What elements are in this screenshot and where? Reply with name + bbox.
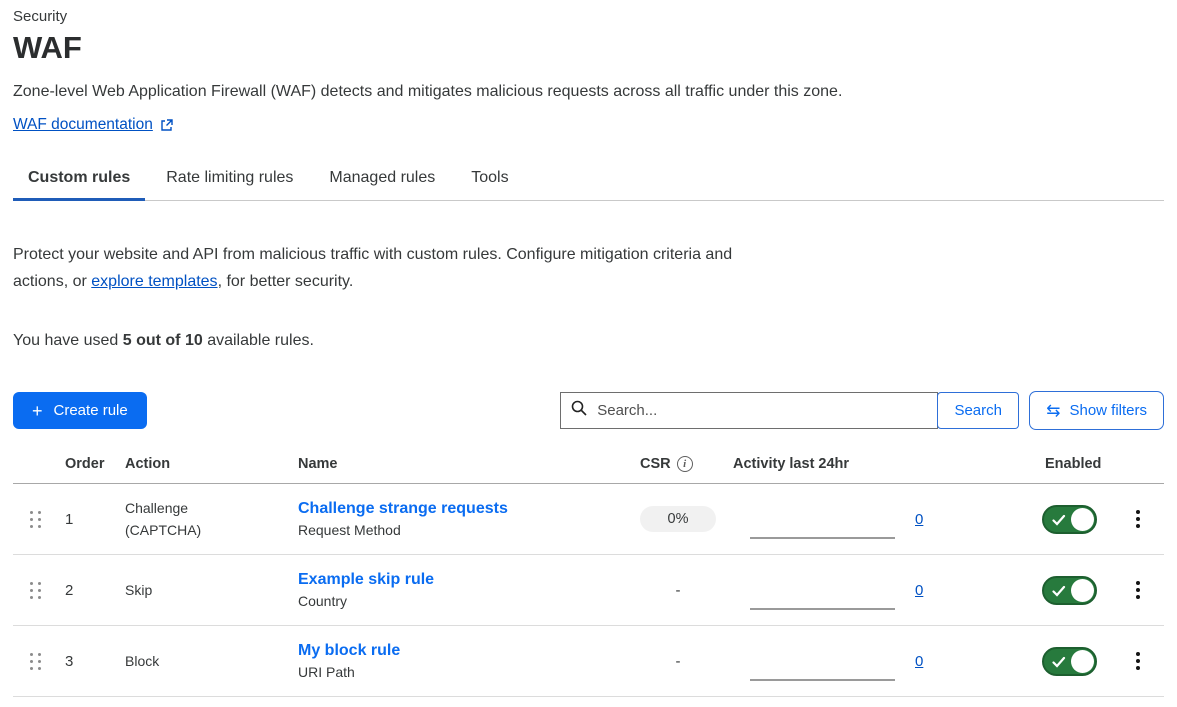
tab-tools[interactable]: Tools: [456, 159, 523, 200]
csr-cell: -: [625, 582, 733, 599]
waf-documentation-link[interactable]: WAF documentation: [13, 116, 153, 134]
tab-custom-rules[interactable]: Custom rules: [13, 159, 145, 200]
breadcrumb: Security: [13, 8, 1164, 25]
toolbar-right: Search ⇆ Show filters: [560, 391, 1164, 430]
table-row: 3 Block My block rule URI Path - 0: [13, 626, 1164, 697]
toolbar: + Create rule Search ⇆ Show filters: [13, 391, 1164, 430]
swap-arrows-icon: ⇆: [1046, 402, 1060, 419]
table-header-row: Order Action Name CSR i Activity last 24…: [13, 450, 1164, 484]
rules-table: Order Action Name CSR i Activity last 24…: [13, 450, 1164, 697]
tab-bar: Custom rules Rate limiting rules Managed…: [13, 159, 1164, 201]
activity-sparkline: [750, 679, 895, 681]
check-icon: [1052, 584, 1066, 602]
drag-handle-icon[interactable]: [30, 511, 41, 528]
enabled-cell: [1010, 576, 1115, 605]
rule-action: Challenge (CAPTCHA): [112, 497, 224, 541]
column-header-enabled: Enabled: [1010, 456, 1115, 472]
usage-count: 5 out of 10: [123, 332, 203, 349]
rule-name-link[interactable]: My block rule: [298, 642, 400, 660]
rule-name-cell: Challenge strange requests Request Metho…: [285, 500, 625, 538]
rule-action: Skip: [112, 579, 224, 601]
intro-after: , for better security.: [218, 273, 354, 290]
table-row: 2 Skip Example skip rule Country - 0: [13, 555, 1164, 626]
check-icon: [1052, 513, 1066, 531]
activity-cell: 0: [733, 555, 1010, 625]
search-icon: [571, 400, 595, 421]
create-rule-label: Create rule: [54, 402, 128, 419]
rule-name-link[interactable]: Challenge strange requests: [298, 500, 508, 518]
show-filters-button[interactable]: ⇆ Show filters: [1029, 391, 1164, 430]
tab-rate-limiting-rules[interactable]: Rate limiting rules: [151, 159, 308, 200]
doc-link-row: WAF documentation: [13, 116, 1164, 134]
usage-after: available rules.: [203, 332, 314, 349]
drag-handle-icon[interactable]: [30, 582, 41, 599]
activity-sparkline: [750, 608, 895, 610]
intro-text: Protect your website and API from malici…: [13, 241, 758, 295]
rule-name-link[interactable]: Example skip rule: [298, 571, 434, 589]
enabled-cell: [1010, 505, 1115, 534]
csr-badge: 0%: [640, 506, 716, 532]
check-icon: [1052, 655, 1066, 673]
csr-header-label: CSR: [640, 456, 671, 472]
activity-count-link[interactable]: 0: [915, 582, 923, 599]
external-link-icon: [160, 118, 174, 132]
rule-order: 3: [52, 653, 112, 670]
activity-cell: 0: [733, 484, 1010, 554]
create-rule-button[interactable]: + Create rule: [13, 392, 147, 429]
usage-text: You have used 5 out of 10 available rule…: [13, 332, 1164, 350]
rule-field: Country: [298, 593, 625, 609]
plus-icon: +: [32, 402, 43, 420]
column-header-name: Name: [285, 456, 625, 472]
rule-name-cell: Example skip rule Country: [285, 571, 625, 609]
rule-name-cell: My block rule URI Path: [285, 642, 625, 680]
table-row: 1 Challenge (CAPTCHA) Challenge strange …: [13, 484, 1164, 555]
explore-templates-link[interactable]: explore templates: [91, 273, 217, 290]
rule-action: Block: [112, 650, 224, 672]
csr-value: -: [640, 653, 716, 670]
enabled-toggle[interactable]: [1042, 505, 1097, 534]
rule-order: 2: [52, 582, 112, 599]
column-header-activity: Activity last 24hr: [733, 456, 1010, 472]
search-input[interactable]: [595, 401, 927, 420]
activity-sparkline: [750, 537, 895, 539]
column-header-csr: CSR i: [625, 456, 733, 472]
page-title: WAF: [13, 30, 1164, 66]
info-icon[interactable]: i: [677, 456, 693, 472]
activity-count-link[interactable]: 0: [915, 511, 923, 528]
row-menu-kebab-icon[interactable]: [1129, 506, 1147, 532]
usage-before: You have used: [13, 332, 123, 349]
show-filters-label: Show filters: [1069, 402, 1147, 419]
search-button[interactable]: Search: [937, 392, 1019, 429]
csr-cell: 0%: [625, 506, 733, 532]
enabled-cell: [1010, 647, 1115, 676]
enabled-toggle[interactable]: [1042, 647, 1097, 676]
rule-field: URI Path: [298, 664, 625, 680]
search-group: Search: [560, 392, 1019, 429]
column-header-action: Action: [112, 456, 285, 472]
row-menu-kebab-icon[interactable]: [1129, 577, 1147, 603]
page-description: Zone-level Web Application Firewall (WAF…: [13, 83, 1164, 101]
column-header-order: Order: [52, 456, 112, 472]
activity-cell: 0: [733, 626, 1010, 696]
search-box: [560, 392, 938, 429]
tab-managed-rules[interactable]: Managed rules: [314, 159, 450, 200]
drag-handle-icon[interactable]: [30, 653, 41, 670]
rule-field: Request Method: [298, 522, 625, 538]
csr-cell: -: [625, 653, 733, 670]
row-menu-kebab-icon[interactable]: [1129, 648, 1147, 674]
rule-order: 1: [52, 511, 112, 528]
activity-count-link[interactable]: 0: [915, 653, 923, 670]
enabled-toggle[interactable]: [1042, 576, 1097, 605]
csr-value: -: [640, 582, 716, 599]
